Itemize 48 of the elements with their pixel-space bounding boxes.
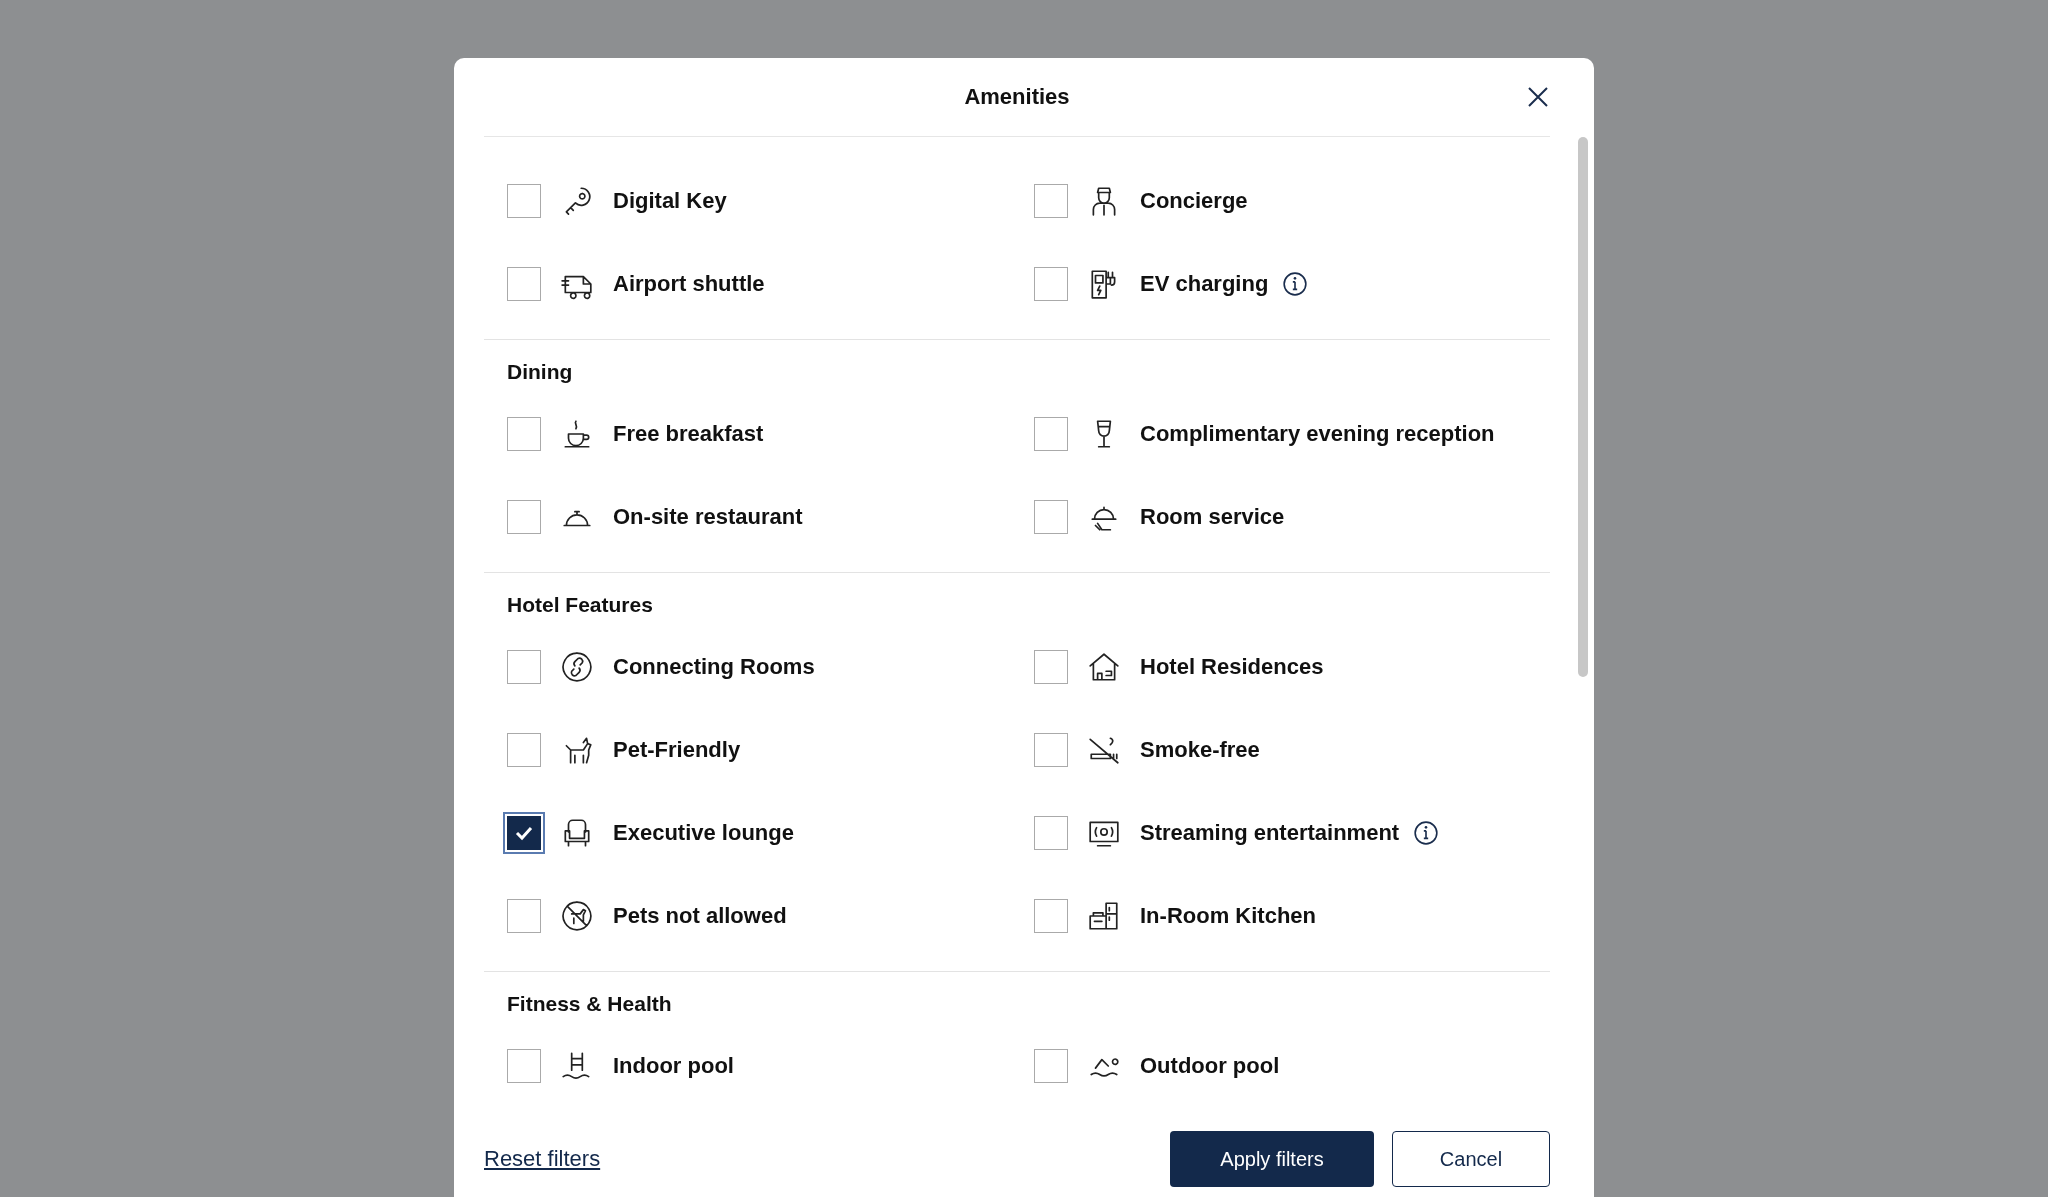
amenity-label: Free breakfast bbox=[613, 420, 764, 447]
checkbox[interactable] bbox=[507, 1048, 541, 1083]
checkbox[interactable] bbox=[507, 266, 541, 301]
amenity-label: Executive lounge bbox=[613, 819, 794, 846]
amenity-label: Airport shuttle bbox=[613, 270, 765, 297]
checkbox[interactable] bbox=[1034, 416, 1068, 451]
amenity-label: Complimentary evening reception bbox=[1140, 420, 1495, 447]
amenity-label: In-Room Kitchen bbox=[1140, 902, 1316, 929]
checkbox[interactable] bbox=[507, 499, 541, 534]
link-icon bbox=[560, 649, 594, 684]
info-icon[interactable] bbox=[1282, 270, 1309, 297]
scrollbar-thumb[interactable] bbox=[1578, 137, 1588, 677]
checkbox[interactable] bbox=[507, 649, 541, 684]
checkbox[interactable] bbox=[1034, 1048, 1068, 1083]
amenity-label: EV charging bbox=[1140, 270, 1269, 297]
section-heading: Fitness & Health bbox=[507, 992, 673, 1016]
section-heading: Hotel Features bbox=[507, 593, 654, 617]
checkbox[interactable] bbox=[507, 183, 541, 218]
amenity-label: Streaming entertainment bbox=[1140, 819, 1400, 846]
checkbox[interactable] bbox=[1034, 649, 1068, 684]
close-icon[interactable] bbox=[1526, 85, 1550, 109]
checkbox[interactable] bbox=[507, 732, 541, 767]
section-heading: Dining bbox=[507, 360, 574, 384]
amenity-label: Indoor pool bbox=[613, 1052, 734, 1079]
checkbox[interactable] bbox=[1034, 183, 1068, 218]
amenity-label: Connecting Rooms bbox=[613, 653, 815, 680]
amenity-label: Smoke-free bbox=[1140, 736, 1260, 763]
amenity-label: Digital Key bbox=[613, 187, 727, 214]
amenity-label: Concierge bbox=[1140, 187, 1248, 214]
checkbox[interactable] bbox=[1034, 898, 1068, 933]
amenity-label: On-site restaurant bbox=[613, 503, 803, 530]
checkbox[interactable] bbox=[507, 416, 541, 451]
amenity-label: Room service bbox=[1140, 503, 1285, 530]
amenity-label: Pets not allowed bbox=[613, 902, 787, 929]
amenity-label: Hotel Residences bbox=[1140, 653, 1324, 680]
checkbox[interactable] bbox=[1034, 499, 1068, 534]
checkbox[interactable] bbox=[1034, 266, 1068, 301]
amenity-label: Pet-Friendly bbox=[613, 736, 741, 763]
checkbox[interactable] bbox=[1034, 815, 1068, 850]
apply-filters-button[interactable]: Apply filters bbox=[1170, 1131, 1374, 1187]
info-icon[interactable] bbox=[1413, 819, 1440, 846]
no-pets-icon bbox=[560, 898, 594, 933]
checkbox[interactable] bbox=[507, 898, 541, 933]
checkbox[interactable] bbox=[1034, 732, 1068, 767]
amenity-label: Outdoor pool bbox=[1140, 1052, 1280, 1079]
cancel-button[interactable]: Cancel bbox=[1392, 1131, 1550, 1187]
dialog-title: Amenities bbox=[964, 84, 1070, 110]
reset-filters-link[interactable]: Reset filters bbox=[484, 1146, 601, 1172]
